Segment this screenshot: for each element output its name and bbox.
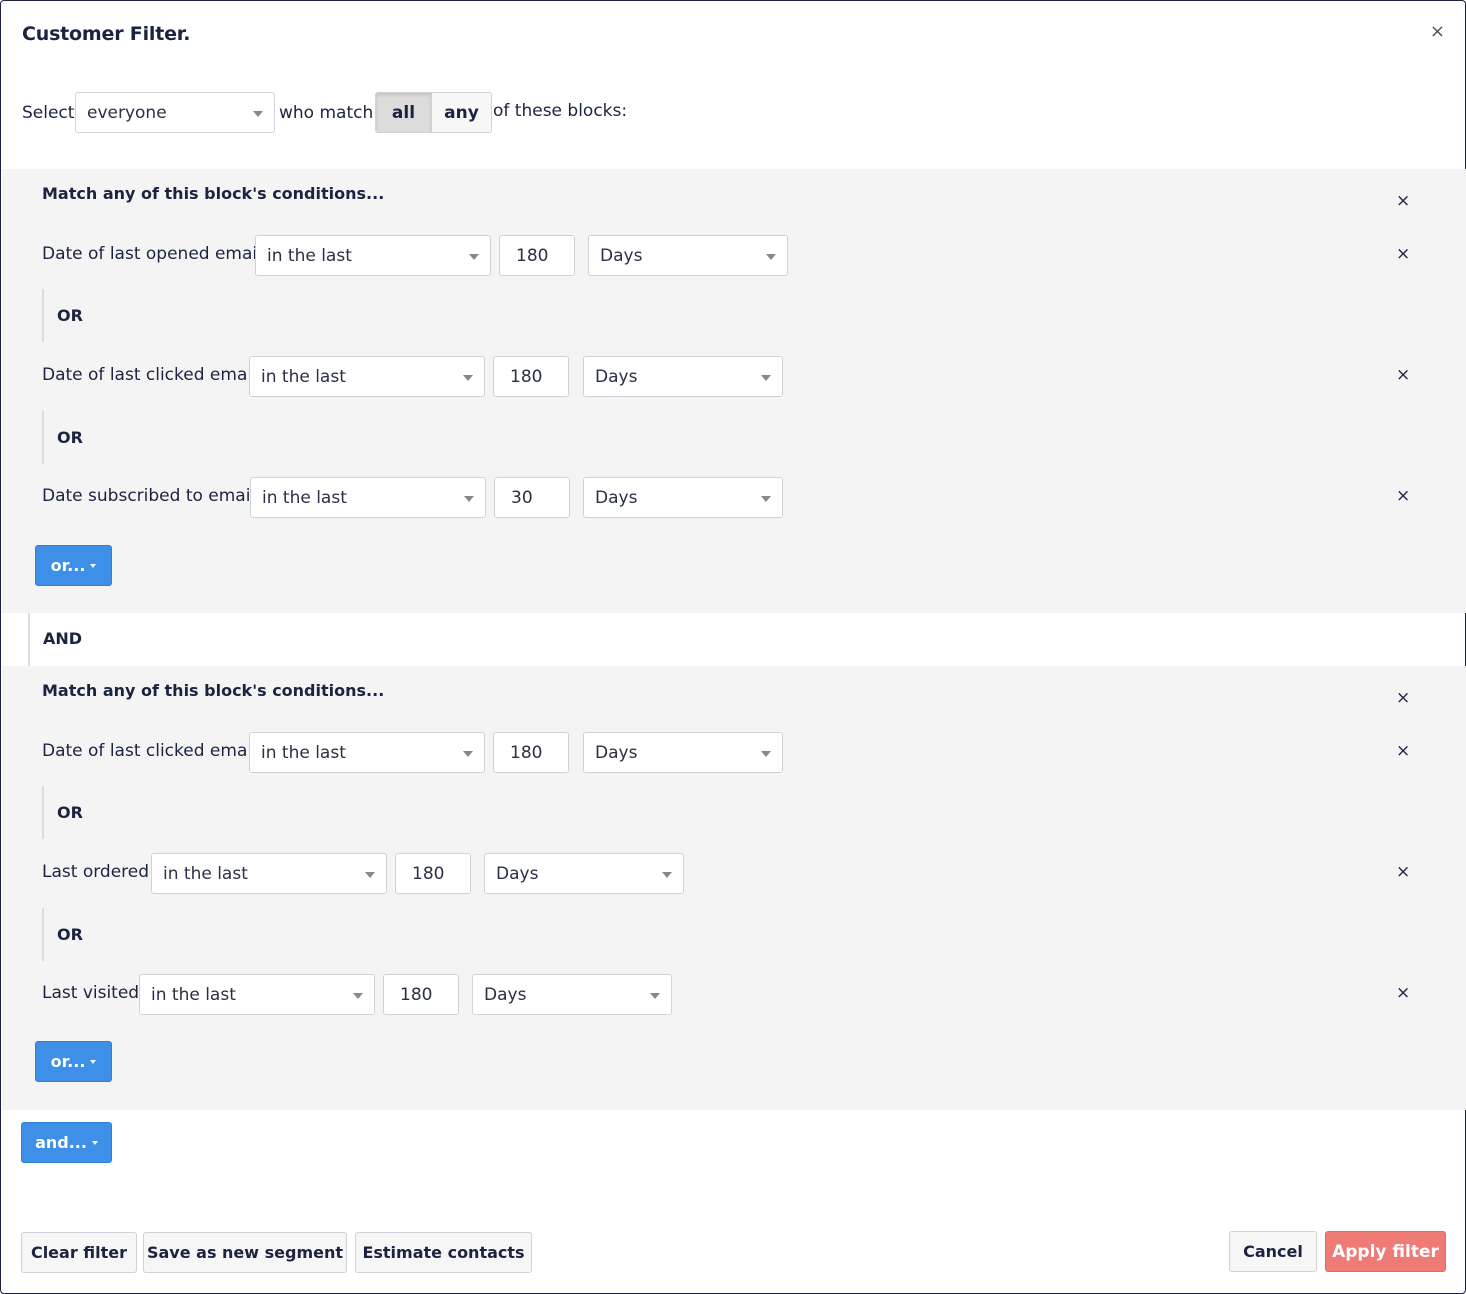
value-input[interactable]: 180 [383,974,459,1015]
selection-row: Select [22,92,74,133]
remove-condition-icon[interactable]: × [1396,365,1410,385]
save-segment-button[interactable]: Save as new segment [143,1232,347,1273]
customer-filter-modal: Customer Filter. × Select everyone who m… [0,0,1466,1294]
block-title: Match any of this block's conditions... [42,681,385,700]
value-input[interactable]: 30 [494,477,570,518]
unit-select[interactable]: Days [583,356,783,397]
operator-value: in the last [261,366,346,387]
unit-value: Days [484,984,527,1005]
operator-select[interactable]: in the last [151,853,387,894]
condition-block-2: Match any of this block's conditions... … [2,666,1466,1110]
match-any-button[interactable]: any [432,93,491,132]
or-divider [42,411,44,464]
estimate-contacts-button[interactable]: Estimate contacts [355,1232,532,1273]
chevron-down-icon [766,254,776,260]
add-or-button[interactable]: or... [35,545,112,586]
block-title: Match any of this block's conditions... [42,184,385,203]
chevron-down-icon [353,993,363,999]
add-or-button[interactable]: or... [35,1041,112,1082]
operator-select[interactable]: in the last [255,235,491,276]
operator-value: in the last [262,487,347,508]
who-match-text: who match [279,102,374,123]
of-these-blocks-text: of these blocks: [493,100,628,121]
selection-row-suffix: of these blocks: [493,90,627,131]
unit-select[interactable]: Days [583,732,783,773]
remove-condition-icon[interactable]: × [1396,244,1410,264]
remove-condition-icon[interactable]: × [1396,983,1410,1003]
chevron-down-icon [650,993,660,999]
add-and-button[interactable]: and... [21,1122,112,1163]
unit-value: Days [595,366,638,387]
remove-condition-icon[interactable]: × [1396,862,1410,882]
and-label: AND [43,629,83,648]
chevron-down-icon [464,496,474,502]
or-divider [42,786,44,839]
match-all-button[interactable]: all [376,93,432,132]
chevron-down-icon [463,375,473,381]
operator-value: in the last [151,984,236,1005]
unit-value: Days [600,245,643,266]
remove-block-icon[interactable]: × [1396,688,1410,708]
match-toggle: all any [375,92,492,133]
add-or-label: or... [50,1052,86,1071]
modal-title: Customer Filter. [22,23,191,45]
value-input[interactable]: 180 [395,853,471,894]
unit-select[interactable]: Days [472,974,672,1015]
operator-select[interactable]: in the last [249,732,485,773]
selection-row-middle: who match [279,92,373,133]
or-label: OR [57,803,83,822]
or-divider [42,289,44,342]
chevron-down-icon [253,111,263,117]
operator-select[interactable]: in the last [249,356,485,397]
condition-label: Last ordered [42,862,150,882]
unit-select[interactable]: Days [588,235,788,276]
chevron-down-icon [761,751,771,757]
operator-value: in the last [261,742,346,763]
operator-select[interactable]: in the last [139,974,375,1015]
condition-label: Date of last opened email [42,244,262,264]
chevron-down-icon [90,563,97,568]
unit-value: Days [595,742,638,763]
close-icon[interactable]: × [1430,21,1445,42]
and-divider [28,613,30,666]
chevron-down-icon [761,375,771,381]
operator-value: in the last [163,863,248,884]
operator-value: in the last [267,245,352,266]
or-label: OR [57,306,83,325]
condition-label: Date subscribed to email [42,486,256,506]
audience-select-value: everyone [87,102,167,123]
unit-value: Days [496,863,539,884]
chevron-down-icon [662,872,672,878]
value-input[interactable]: 180 [499,235,575,276]
cancel-button[interactable]: Cancel [1229,1231,1317,1272]
select-prefix: Select [22,102,75,123]
chevron-down-icon [90,1059,97,1064]
remove-condition-icon[interactable]: × [1396,741,1410,761]
chevron-down-icon [91,1140,98,1145]
operator-select[interactable]: in the last [250,477,486,518]
add-or-label: or... [50,556,86,575]
remove-block-icon[interactable]: × [1396,191,1410,211]
or-label: OR [57,428,83,447]
or-divider [42,908,44,961]
remove-condition-icon[interactable]: × [1396,486,1410,506]
unit-select[interactable]: Days [583,477,783,518]
clear-filter-button[interactable]: Clear filter [21,1232,137,1273]
apply-filter-button[interactable]: Apply filter [1325,1231,1446,1272]
or-label: OR [57,925,83,944]
unit-select[interactable]: Days [484,853,684,894]
chevron-down-icon [463,751,473,757]
unit-value: Days [595,487,638,508]
chevron-down-icon [469,254,479,260]
value-input[interactable]: 180 [493,356,569,397]
chevron-down-icon [761,496,771,502]
condition-label: Date of last clicked email [42,741,257,761]
chevron-down-icon [365,872,375,878]
condition-label: Last visited [42,983,140,1003]
audience-select[interactable]: everyone [75,92,275,133]
condition-block-1: Match any of this block's conditions... … [2,169,1466,613]
condition-label: Date of last clicked email [42,365,257,385]
value-input[interactable]: 180 [493,732,569,773]
add-and-label: and... [35,1133,87,1152]
